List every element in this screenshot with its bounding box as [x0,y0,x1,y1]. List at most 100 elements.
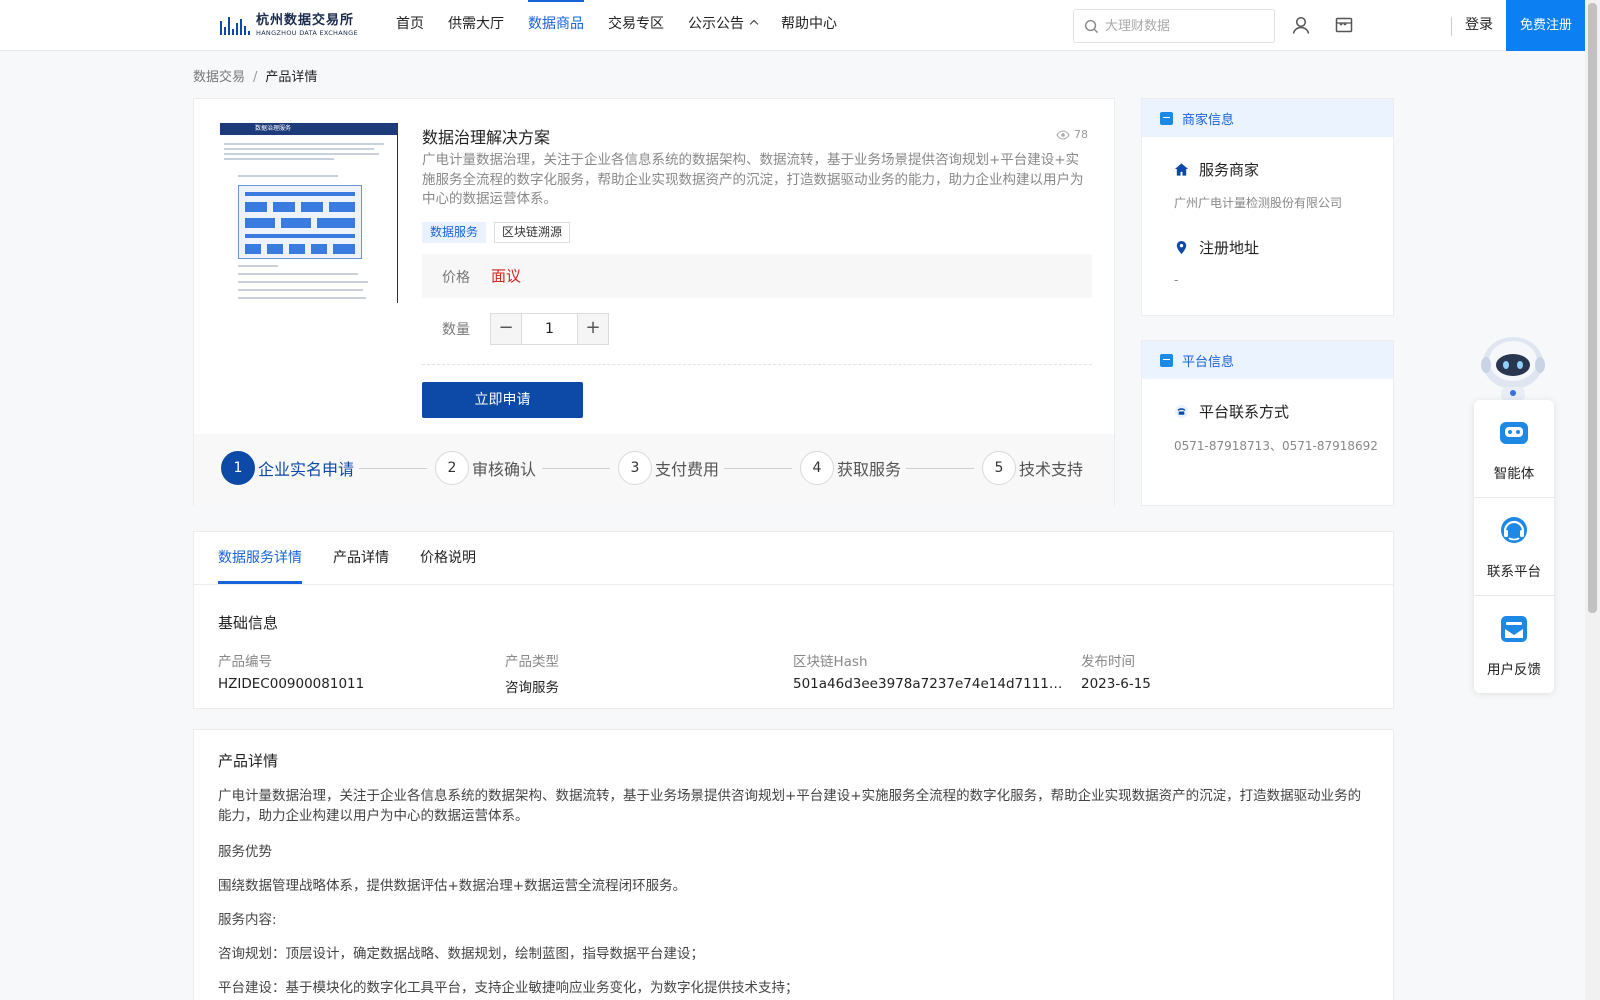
agent-button[interactable]: 智能体 [1474,400,1554,497]
detail-paragraph: 平台建设：基于模块化的数字化工具平台，支持企业敏捷响应业务变化，为数字化提供技术… [218,980,799,996]
info-key: 发布时间 [1081,654,1135,670]
info-product-code: 产品编号 HZIDEC00900081011 [218,650,494,692]
nav-help-center[interactable]: 帮助中心 [769,0,849,50]
robot-mascot-icon[interactable] [1474,325,1552,403]
info-key: 区块链Hash [793,654,868,670]
tag-blockchain: 区块链溯源 [494,222,571,243]
platform-contact-row: 平台联系方式 [1174,401,1289,422]
step-number: 3 [618,451,652,485]
site-logo[interactable]: 杭州数据交易所 HANGZHOU DATA EXCHANGE [218,10,358,40]
breadcrumb-current: 产品详情 [265,70,318,85]
nav-supply-demand[interactable]: 供需大厅 [436,0,516,50]
quantity-input[interactable]: 1 [521,314,578,344]
calendar-icon [1160,111,1173,125]
tag-data-service: 数据服务 [422,222,487,243]
platform-info-card: 平台信息 平台联系方式 0571-87918713、0571-87918692 [1141,340,1394,506]
apply-now-button[interactable]: 立即申请 [422,382,583,418]
robot-icon [1500,422,1528,444]
floating-service-panel: 智能体 联系平台 用户反馈 [1474,400,1554,693]
phone-icon [1174,404,1189,419]
detail-paragraph: 咨询规划：顶层设计，确定数据战略、数据规划，绘制蓝图，指导数据平台建设； [218,946,704,962]
product-thumbnail[interactable]: 数据治理服务 [220,123,398,303]
logo-bars-icon [218,13,252,37]
quantity-label: 数量 [442,322,470,338]
nav-data-products[interactable]: 数据商品 [516,0,596,50]
divider [422,364,1092,365]
product-tags: 数据服务 区块链溯源 [422,222,578,243]
tab-divider [194,584,1393,585]
step-2: 2 审核确认 [435,451,536,485]
quantity-stepper: − 1 + [490,313,609,345]
merchant-info-header: 商家信息 [1142,99,1393,137]
top-header: 杭州数据交易所 HANGZHOU DATA EXCHANGE 首页 供需大厅 数… [0,0,1586,51]
step-label: 技术支持 [1019,460,1084,479]
step-1: 1 企业实名申请 [221,451,354,485]
platform-contact-value: 0571-87918713、0571-87918692 [1174,439,1378,453]
detail-tabs-card: 数据服务详情 产品详情 价格说明 基础信息 产品编号 HZIDEC0090008… [193,531,1394,709]
calendar-icon [1160,353,1173,367]
price-box: 价格 面议 [422,254,1092,298]
detail-paragraph: 服务内容: [218,912,277,928]
nav-announcements[interactable]: 公示公告 [676,0,769,50]
scrollbar-thumb[interactable] [1588,3,1597,613]
main-nav: 首页 供需大厅 数据商品 交易专区 公示公告 帮助中心 [384,0,849,50]
nav-home[interactable]: 首页 [384,0,436,50]
headset-icon [1501,517,1527,543]
step-5: 5 技术支持 [982,451,1083,485]
tab-data-service-details[interactable]: 数据服务详情 [218,532,302,584]
quantity-increment-button[interactable]: + [578,314,608,344]
info-value: 501a46d3ee3978a7237e74e14d71112cad... [793,676,1069,692]
step-connector [906,468,974,469]
product-card: 数据治理服务 数据治理解决方案 78 广电计量数据治理，关注于企业各信息系统的数… [193,98,1115,506]
tab-product-details[interactable]: 产品详情 [333,532,389,584]
step-connector [542,468,610,469]
detail-paragraph: 广电计量数据治理，关注于企业各信息系统的数据架构、数据流转，基于业务场景提供咨询… [218,788,1362,824]
product-title: 数据治理解决方案 [422,128,551,147]
page-scrollbar[interactable] [1585,0,1600,1000]
nav-trade-zone[interactable]: 交易专区 [596,0,676,50]
process-steps: 1 企业实名申请 2 审核确认 3 支付费用 4 获取服务 5 技术支持 [194,434,1114,506]
home-icon [1174,163,1189,176]
feedback-label: 用户反馈 [1487,662,1541,678]
platform-contact-label: 平台联系方式 [1199,403,1290,421]
price-label: 价格 [442,270,470,286]
info-key: 产品类型 [505,654,559,670]
step-number: 4 [800,451,834,485]
search-input[interactable] [1105,18,1265,34]
contact-platform-button[interactable]: 联系平台 [1474,498,1554,595]
view-count-value: 78 [1074,128,1088,141]
address-label: 注册地址 [1199,239,1260,257]
search-icon [1084,19,1099,33]
price-value: 面议 [491,267,522,285]
info-publish-date: 发布时间 2023-6-15 [1081,650,1357,692]
quantity-decrement-button[interactable]: − [491,314,521,344]
thumbnail-diagram [238,185,362,259]
platform-info-title: 平台信息 [1182,354,1235,370]
register-button[interactable]: 免费注册 [1506,0,1586,51]
service-merchant-value: 广州广电计量检测股份有限公司 [1174,196,1343,210]
platform-info-header: 平台信息 [1142,341,1393,379]
product-detail-card: 产品详情 广电计量数据治理，关注于企业各信息系统的数据架构、数据流转，基于业务场… [193,729,1394,1000]
breadcrumb-parent[interactable]: 数据交易 [193,70,245,85]
header-divider [1451,17,1452,36]
login-link[interactable]: 登录 [1465,0,1493,50]
logo-title: 杭州数据交易所 [256,12,355,28]
info-key: 产品编号 [218,654,272,670]
view-count: 78 [1056,128,1088,141]
step-3: 3 支付费用 [618,451,719,485]
step-label: 企业实名申请 [258,460,355,479]
step-4: 4 获取服务 [800,451,901,485]
search-box[interactable] [1073,9,1275,43]
tab-price-notes[interactable]: 价格说明 [420,532,476,584]
thumbnail-title: 数据治理服务 [220,123,397,135]
chevron-up-icon [749,19,759,29]
merchant-info-title: 商家信息 [1182,112,1235,128]
product-detail-title: 产品详情 [218,752,279,770]
shop-icon[interactable] [1334,15,1354,35]
info-value: 咨询服务 [505,680,559,696]
detail-tabs: 数据服务详情 产品详情 价格说明 [218,532,507,584]
user-icon[interactable] [1291,15,1311,35]
detail-paragraph: 服务优势 [218,844,272,860]
basic-info-title: 基础信息 [218,614,279,632]
feedback-button[interactable]: 用户反馈 [1474,596,1554,693]
